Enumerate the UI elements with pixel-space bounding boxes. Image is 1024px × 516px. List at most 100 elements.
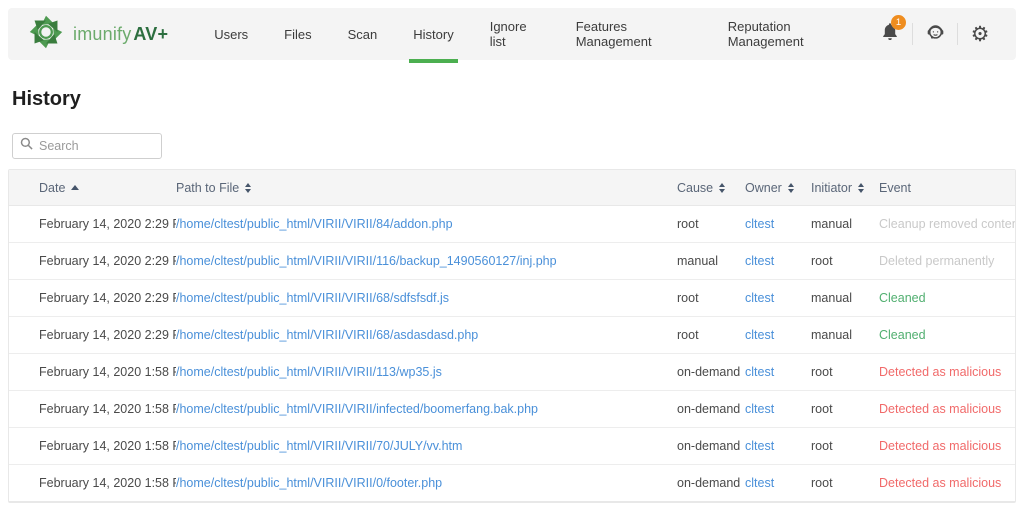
row-date: February 14, 2020 1:58 PM <box>39 402 176 416</box>
row-cause: on-demand <box>677 439 745 453</box>
nav-tab-ignore-list[interactable]: Ignore list <box>472 8 558 60</box>
headset-support-icon <box>925 21 946 47</box>
table-row: February 14, 2020 1:58 PM /home/cltest/p… <box>9 391 1015 428</box>
table-row: February 14, 2020 2:29 PM /home/cltest/p… <box>9 206 1015 243</box>
search-icon <box>20 137 33 155</box>
row-cause: on-demand <box>677 365 745 379</box>
nav-tab-files[interactable]: Files <box>266 8 329 60</box>
table-row: February 14, 2020 1:58 PM /home/cltest/p… <box>9 354 1015 391</box>
notification-badge: 1 <box>891 15 906 30</box>
owner-link[interactable]: cltest <box>745 291 774 305</box>
table-body: February 14, 2020 2:29 PM /home/cltest/p… <box>9 206 1015 502</box>
column-header-cause[interactable]: Cause <box>677 181 745 195</box>
nav-tab-label: Scan <box>348 27 378 42</box>
table-row: February 14, 2020 1:58 PM /home/cltest/p… <box>9 465 1015 502</box>
column-header-event[interactable]: Event <box>879 181 1015 195</box>
owner-link[interactable]: cltest <box>745 439 774 453</box>
file-path-link[interactable]: /home/cltest/public_html/VIRII/VIRII/0/f… <box>176 476 442 490</box>
row-cause: root <box>677 217 745 231</box>
notifications-button[interactable]: 1 <box>872 19 908 49</box>
file-path-link[interactable]: /home/cltest/public_html/VIRII/VIRII/116… <box>176 254 557 268</box>
table-row: February 14, 2020 2:29 PM /home/cltest/p… <box>9 317 1015 354</box>
sort-icon[interactable] <box>719 183 725 193</box>
row-date: February 14, 2020 1:58 PM <box>39 476 176 490</box>
file-path-link[interactable]: /home/cltest/public_html/VIRII/VIRII/68/… <box>176 291 449 305</box>
column-header-path-to-file[interactable]: Path to File <box>176 181 677 195</box>
nav-tab-label: Reputation Management <box>728 19 854 49</box>
owner-link[interactable]: cltest <box>745 328 774 342</box>
search-input[interactable] <box>39 139 154 153</box>
owner-link[interactable]: cltest <box>745 365 774 379</box>
row-date: February 14, 2020 2:29 PM <box>39 291 176 305</box>
nav-tab-scan[interactable]: Scan <box>330 8 396 60</box>
gear-icon: ⚙︎ <box>971 24 990 45</box>
column-header-label: Event <box>879 181 911 195</box>
row-date: February 14, 2020 2:29 PM <box>39 328 176 342</box>
sort-icon[interactable] <box>245 183 251 193</box>
brand-logo[interactable]: imunifyAV+ <box>28 14 168 55</box>
column-header-label: Owner <box>745 181 782 195</box>
topbar-actions: 1 ⚙︎ <box>872 19 998 49</box>
sort-icon[interactable] <box>71 185 79 190</box>
table-row: February 14, 2020 1:58 PM /home/cltest/p… <box>9 428 1015 465</box>
nav-tabs: Users Files Scan History Ignore list Fea… <box>196 8 872 60</box>
history-table: Date Path to File Cause Owner Initiator <box>8 169 1016 503</box>
row-initiator: root <box>811 439 879 453</box>
nav-tab-label: Users <box>214 27 248 42</box>
settings-button[interactable]: ⚙︎ <box>962 19 998 49</box>
row-event: Deleted permanently <box>879 254 1015 268</box>
column-header-date[interactable]: Date <box>39 181 176 195</box>
page-title: History <box>12 88 1016 111</box>
column-header-label: Initiator <box>811 181 852 195</box>
main-content: History Date Path to File Cause <box>0 88 1024 503</box>
table-row: February 14, 2020 2:29 PM /home/cltest/p… <box>9 280 1015 317</box>
nav-tab-label: History <box>413 27 453 42</box>
search-box <box>12 133 162 159</box>
table-header-row: Date Path to File Cause Owner Initiator <box>9 170 1015 206</box>
file-path-link[interactable]: /home/cltest/public_html/VIRII/VIRII/113… <box>176 365 442 379</box>
row-event: Detected as malicious <box>879 476 1015 490</box>
row-event: Cleaned <box>879 328 1015 342</box>
row-cause: manual <box>677 254 745 268</box>
row-cause: on-demand <box>677 402 745 416</box>
nav-tab-users[interactable]: Users <box>196 8 266 60</box>
row-cause: root <box>677 291 745 305</box>
owner-link[interactable]: cltest <box>745 402 774 416</box>
row-event: Cleanup removed content <box>879 217 1015 231</box>
sort-icon[interactable] <box>858 183 864 193</box>
nav-tab-label: Ignore list <box>490 19 540 49</box>
row-event: Detected as malicious <box>879 402 1015 416</box>
column-header-initiator[interactable]: Initiator <box>811 181 879 195</box>
row-cause: root <box>677 328 745 342</box>
column-header-label: Cause <box>677 181 713 195</box>
file-path-link[interactable]: /home/cltest/public_html/VIRII/VIRII/inf… <box>176 402 538 416</box>
file-path-link[interactable]: /home/cltest/public_html/VIRII/VIRII/70/… <box>176 439 462 453</box>
support-button[interactable] <box>917 19 953 49</box>
owner-link[interactable]: cltest <box>745 217 774 231</box>
icon-divider <box>957 23 958 45</box>
table-row: February 14, 2020 2:29 PM /home/cltest/p… <box>9 243 1015 280</box>
nav-tab-history[interactable]: History <box>395 8 471 60</box>
row-initiator: root <box>811 254 879 268</box>
row-event: Detected as malicious <box>879 439 1015 453</box>
file-path-link[interactable]: /home/cltest/public_html/VIRII/VIRII/68/… <box>176 328 478 342</box>
owner-link[interactable]: cltest <box>745 476 774 490</box>
owner-link[interactable]: cltest <box>745 254 774 268</box>
row-initiator: root <box>811 402 879 416</box>
row-initiator: root <box>811 476 879 490</box>
imunify-logo-icon <box>28 14 64 55</box>
nav-tab-reputation-management[interactable]: Reputation Management <box>710 8 872 60</box>
row-initiator: manual <box>811 217 879 231</box>
row-date: February 14, 2020 1:58 PM <box>39 439 176 453</box>
column-header-owner[interactable]: Owner <box>745 181 811 195</box>
row-event: Cleaned <box>879 291 1015 305</box>
file-path-link[interactable]: /home/cltest/public_html/VIRII/VIRII/84/… <box>176 217 453 231</box>
top-navbar: imunifyAV+ Users Files Scan History Igno… <box>8 8 1016 60</box>
row-initiator: manual <box>811 291 879 305</box>
column-header-label: Path to File <box>176 181 239 195</box>
row-date: February 14, 2020 2:29 PM <box>39 217 176 231</box>
row-initiator: root <box>811 365 879 379</box>
nav-tab-features-management[interactable]: Features Management <box>558 8 710 60</box>
sort-icon[interactable] <box>788 183 794 193</box>
row-initiator: manual <box>811 328 879 342</box>
